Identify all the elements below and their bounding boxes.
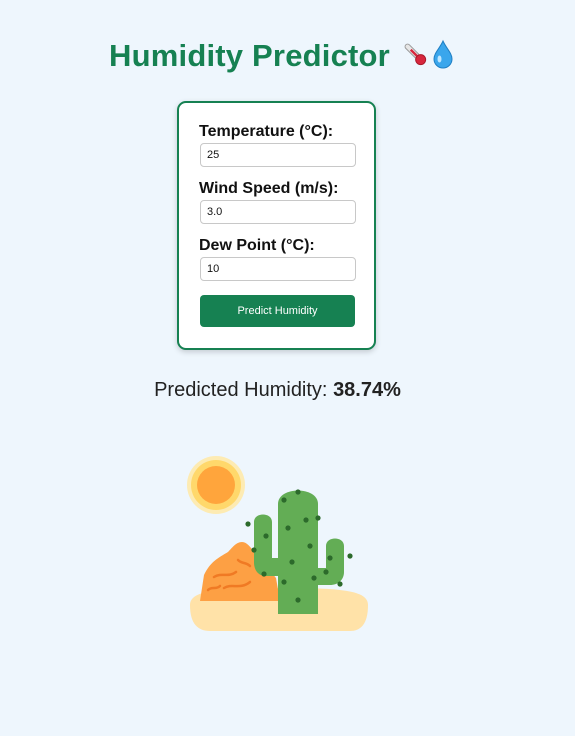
prediction-result: Predicted Humidity: 38.74% xyxy=(0,379,555,402)
dew-point-label: Dew Point (°C): xyxy=(199,237,315,254)
thermometer-icon xyxy=(400,39,430,74)
desert-cactus-illustration xyxy=(180,450,380,640)
title-group: Humidity Predictor xyxy=(109,38,454,74)
wind-speed-label: Wind Speed (m/s): xyxy=(199,180,339,197)
result-value: 38.74% xyxy=(333,379,401,401)
title-icons xyxy=(400,39,454,74)
temperature-input[interactable] xyxy=(200,143,356,167)
dew-point-input[interactable] xyxy=(200,257,356,281)
droplet-icon xyxy=(432,39,454,74)
page-title: Humidity Predictor xyxy=(109,38,390,73)
temperature-label: Temperature (°C): xyxy=(199,123,334,140)
sun-icon xyxy=(187,456,245,514)
wind-speed-input[interactable] xyxy=(200,200,356,224)
header: Humidity Predictor xyxy=(0,38,575,74)
predict-humidity-button[interactable]: Predict Humidity xyxy=(200,295,355,327)
result-prefix: Predicted Humidity: xyxy=(154,379,328,401)
prediction-form: Temperature (°C): Wind Speed (m/s): Dew … xyxy=(177,101,376,350)
